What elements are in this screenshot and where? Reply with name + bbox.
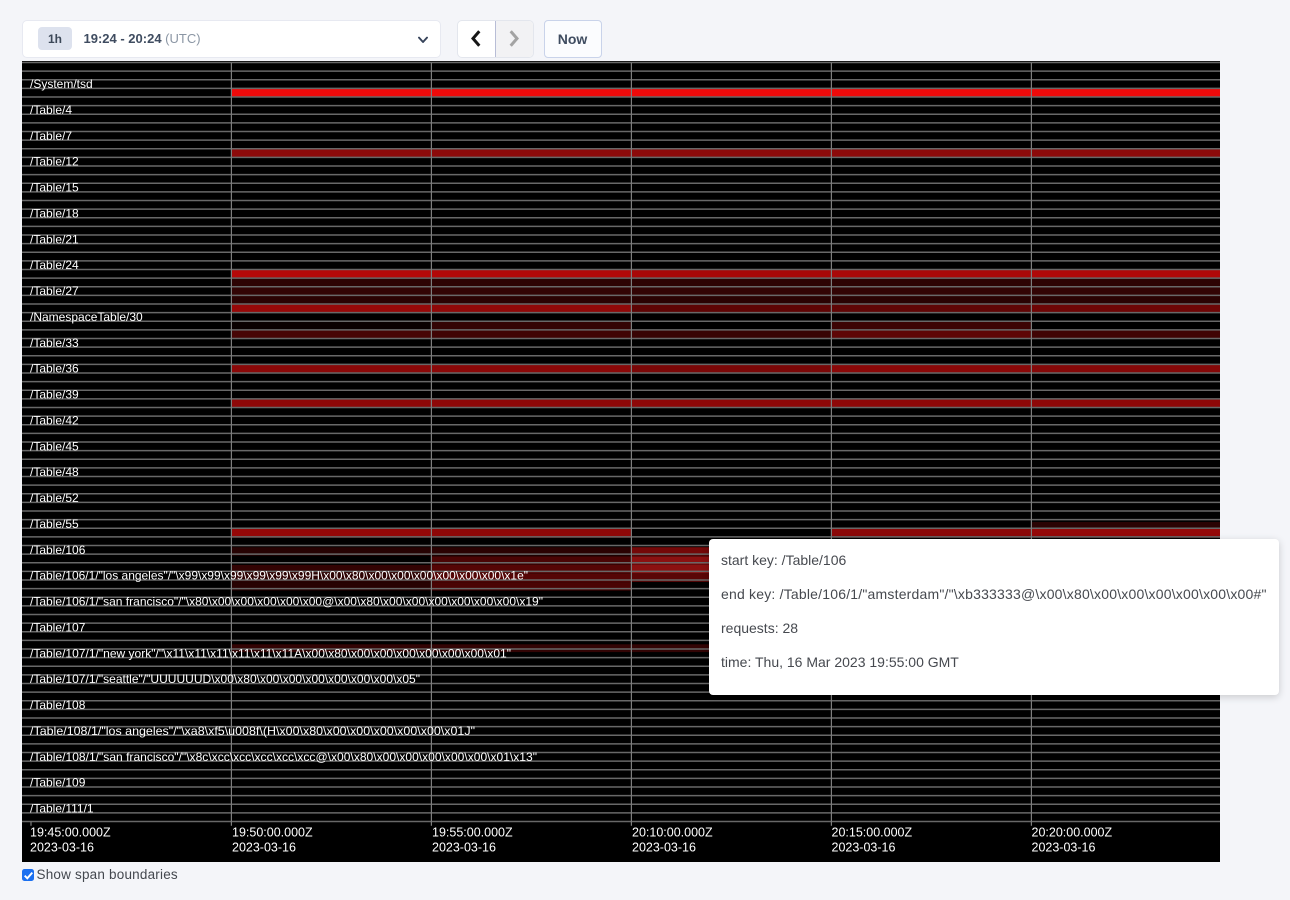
svg-text:20:20:00.000Z: 20:20:00.000Z — [1032, 825, 1113, 839]
svg-text:/Table/18: /Table/18 — [30, 206, 79, 220]
svg-text:/Table/106: /Table/106 — [30, 542, 86, 556]
svg-text:/Table/111/1: /Table/111/1 — [30, 801, 94, 815]
svg-text:/Table/106/1/"san francisco"/": /Table/106/1/"san francisco"/"\x80\x00\x… — [30, 594, 543, 608]
svg-text:2023-03-16: 2023-03-16 — [432, 840, 496, 854]
svg-text:2023-03-16: 2023-03-16 — [832, 840, 896, 854]
svg-text:/Table/36: /Table/36 — [30, 361, 79, 375]
svg-text:2023-03-16: 2023-03-16 — [632, 840, 696, 854]
svg-text:2023-03-16: 2023-03-16 — [232, 840, 296, 854]
svg-text:19:55:00.000Z: 19:55:00.000Z — [432, 825, 513, 839]
svg-text:/Table/108: /Table/108 — [30, 698, 86, 712]
svg-text:/Table/27: /Table/27 — [30, 284, 79, 298]
svg-text:/Table/15: /Table/15 — [30, 180, 79, 194]
svg-text:/Table/12: /Table/12 — [30, 154, 79, 168]
svg-text:/Table/106/1/"los angeles"/"\x: /Table/106/1/"los angeles"/"\x99\x99\x99… — [30, 568, 528, 582]
svg-text:/Table/45: /Table/45 — [30, 439, 79, 453]
svg-text:20:15:00.000Z: 20:15:00.000Z — [832, 825, 913, 839]
svg-text:/Table/42: /Table/42 — [30, 413, 79, 427]
svg-text:/Table/33: /Table/33 — [30, 335, 79, 349]
svg-text:2023-03-16: 2023-03-16 — [1032, 840, 1096, 854]
svg-text:/Table/107: /Table/107 — [30, 620, 86, 634]
svg-text:/Table/21: /Table/21 — [30, 232, 79, 246]
svg-text:20:10:00.000Z: 20:10:00.000Z — [632, 825, 713, 839]
svg-text:/Table/107/1/"new york"/"\x11\: /Table/107/1/"new york"/"\x11\x11\x11\x1… — [30, 646, 511, 660]
svg-text:/Table/52: /Table/52 — [30, 491, 79, 505]
svg-text:/Table/55: /Table/55 — [30, 516, 79, 530]
svg-text:/Table/107/1/"seattle"/"UUUUUU: /Table/107/1/"seattle"/"UUUUUUD\x00\x80\… — [30, 672, 420, 686]
svg-text:19:45:00.000Z: 19:45:00.000Z — [30, 825, 111, 839]
svg-text:/Table/7: /Table/7 — [30, 128, 72, 142]
svg-text:/Table/108/1/"los angeles"/"\x: /Table/108/1/"los angeles"/"\xa8\xf5\u00… — [30, 723, 475, 737]
svg-text:/Table/48: /Table/48 — [30, 465, 79, 479]
svg-text:19:50:00.000Z: 19:50:00.000Z — [232, 825, 313, 839]
svg-text:/Table/108/1/"san francisco"/": /Table/108/1/"san francisco"/"\x8c\xcc\x… — [30, 749, 537, 763]
svg-text:/System/tsd: /System/tsd — [30, 77, 93, 91]
svg-text:/Table/39: /Table/39 — [30, 387, 79, 401]
svg-text:/Table/109: /Table/109 — [30, 775, 86, 789]
svg-text:/Table/24: /Table/24 — [30, 258, 79, 272]
svg-text:/Table/4: /Table/4 — [30, 102, 72, 116]
svg-text:/NamespaceTable/30: /NamespaceTable/30 — [30, 309, 143, 323]
svg-text:2023-03-16: 2023-03-16 — [30, 840, 94, 854]
